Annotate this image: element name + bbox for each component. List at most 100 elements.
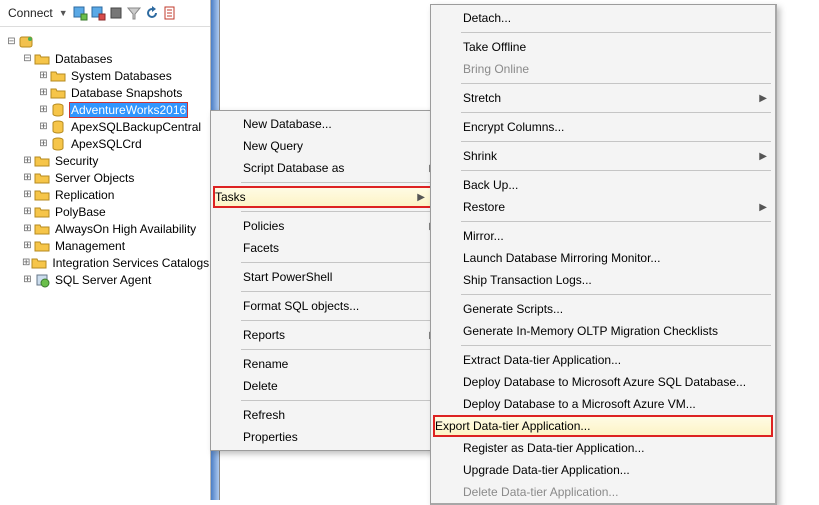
- menu-generate-scripts-label: Generate Scripts...: [463, 302, 563, 316]
- expand-icon[interactable]: ⊞: [38, 70, 49, 81]
- management-node[interactable]: ⊞ Management: [2, 237, 210, 254]
- menu-refresh-label: Refresh: [243, 408, 285, 422]
- polybase-label: PolyBase: [53, 205, 108, 219]
- menu-separator: [461, 170, 771, 171]
- folder-icon: [34, 238, 50, 254]
- connect-button[interactable]: Connect: [4, 6, 57, 20]
- server-root[interactable]: ⊟: [2, 33, 210, 50]
- expand-icon[interactable]: ⊞: [22, 257, 30, 268]
- folder-icon: [50, 68, 66, 84]
- menu-backup-label: Back Up...: [463, 178, 518, 192]
- menu-deploy-azure-db[interactable]: Deploy Database to Microsoft Azure SQL D…: [433, 371, 773, 393]
- menu-backup[interactable]: Back Up...: [433, 174, 773, 196]
- context-menu-tasks: Detach... Take Offline Bring Online Stre…: [430, 4, 777, 505]
- menu-restore[interactable]: Restore▶: [433, 196, 773, 218]
- replication-node[interactable]: ⊞ Replication: [2, 186, 210, 203]
- menu-script-database[interactable]: Script Database as▶: [213, 157, 443, 179]
- menu-format-sql[interactable]: Format SQL objects...: [213, 295, 443, 317]
- expand-icon[interactable]: ⊞: [22, 206, 33, 217]
- security-node[interactable]: ⊞ Security: [2, 152, 210, 169]
- menu-generate-oltp-label: Generate In-Memory OLTP Migration Checkl…: [463, 324, 718, 338]
- menu-take-offline[interactable]: Take Offline: [433, 36, 773, 58]
- menu-take-offline-label: Take Offline: [463, 40, 526, 54]
- menu-new-query-label: New Query: [243, 139, 303, 153]
- menu-separator: [461, 83, 771, 84]
- expand-icon[interactable]: ⊞: [38, 104, 49, 115]
- submenu-arrow-icon: ▶: [759, 93, 767, 104]
- integration-node[interactable]: ⊞ Integration Services Catalogs: [2, 254, 210, 271]
- stop-icon[interactable]: [108, 5, 124, 21]
- menu-reports[interactable]: Reports▶: [213, 324, 443, 346]
- menu-separator: [461, 141, 771, 142]
- apexbackup-label: ApexSQLBackupCentral: [69, 120, 203, 134]
- server-objects-node[interactable]: ⊞ Server Objects: [2, 169, 210, 186]
- filter-icon[interactable]: [126, 5, 142, 21]
- management-label: Management: [53, 239, 127, 253]
- expand-icon[interactable]: ⊞: [38, 87, 49, 98]
- menu-new-query[interactable]: New Query: [213, 135, 443, 157]
- connect-dropdown-icon[interactable]: ▼: [59, 8, 70, 18]
- menu-detach-label: Detach...: [463, 11, 511, 25]
- menu-script-database-label: Script Database as: [243, 161, 344, 175]
- menu-upgrade-dac-label: Upgrade Data-tier Application...: [463, 463, 630, 477]
- menu-register-dac-label: Register as Data-tier Application...: [463, 441, 644, 455]
- menu-format-sql-label: Format SQL objects...: [243, 299, 359, 313]
- remove-server-icon[interactable]: [90, 5, 106, 21]
- menu-separator: [461, 345, 771, 346]
- menu-rename[interactable]: Rename: [213, 353, 443, 375]
- menu-stretch[interactable]: Stretch ▶: [433, 87, 773, 109]
- database-snapshots-node[interactable]: ⊞ Database Snapshots: [2, 84, 210, 101]
- menu-ship-transaction-logs[interactable]: Ship Transaction Logs...: [433, 269, 773, 291]
- menu-extract-dac[interactable]: Extract Data-tier Application...: [433, 349, 773, 371]
- menu-detach[interactable]: Detach...: [433, 7, 773, 29]
- expand-icon[interactable]: ⊞: [22, 155, 33, 166]
- refresh-icon[interactable]: [144, 5, 160, 21]
- menu-rename-label: Rename: [243, 357, 288, 371]
- menu-stretch-label: Stretch: [463, 91, 501, 105]
- apexbackup-node[interactable]: ⊞ ApexSQLBackupCentral: [2, 118, 210, 135]
- expand-icon[interactable]: ⊞: [22, 240, 33, 251]
- menu-generate-oltp[interactable]: Generate In-Memory OLTP Migration Checkl…: [433, 320, 773, 342]
- menu-facets-label: Facets: [243, 241, 279, 255]
- expand-icon[interactable]: ⊞: [38, 138, 49, 149]
- expand-icon[interactable]: ⊞: [22, 274, 33, 285]
- menu-refresh[interactable]: Refresh: [213, 404, 443, 426]
- menu-start-powershell[interactable]: Start PowerShell: [213, 266, 443, 288]
- menu-upgrade-dac[interactable]: Upgrade Data-tier Application...: [433, 459, 773, 481]
- collapse-icon[interactable]: ⊟: [6, 36, 17, 47]
- menu-encrypt-columns[interactable]: Encrypt Columns...: [433, 116, 773, 138]
- toolbar: Connect ▼: [0, 0, 210, 27]
- menu-properties[interactable]: Properties: [213, 426, 443, 448]
- menu-register-dac[interactable]: Register as Data-tier Application...: [433, 437, 773, 459]
- menu-delete-label: Delete: [243, 379, 278, 393]
- menu-delete[interactable]: Delete: [213, 375, 443, 397]
- security-label: Security: [53, 154, 100, 168]
- system-databases-node[interactable]: ⊞ System Databases: [2, 67, 210, 84]
- menu-mirror-label: Mirror...: [463, 229, 504, 243]
- menu-policies[interactable]: Policies▶: [213, 215, 443, 237]
- menu-shrink[interactable]: Shrink▶: [433, 145, 773, 167]
- sqlagent-node[interactable]: ⊞ SQL Server Agent: [2, 271, 210, 288]
- menu-separator: [461, 32, 771, 33]
- expand-icon[interactable]: ⊞: [22, 223, 33, 234]
- add-server-icon[interactable]: [72, 5, 88, 21]
- expand-icon[interactable]: ⊞: [22, 189, 33, 200]
- databases-node[interactable]: ⊟ Databases: [2, 50, 210, 67]
- apexcrd-node[interactable]: ⊞ ApexSQLCrd: [2, 135, 210, 152]
- adventureworks-node[interactable]: ⊞ AdventureWorks2016: [2, 101, 210, 118]
- expand-icon[interactable]: ⊞: [38, 121, 49, 132]
- alwayson-node[interactable]: ⊞ AlwaysOn High Availability: [2, 220, 210, 237]
- menu-mirror[interactable]: Mirror...: [433, 225, 773, 247]
- menu-export-dac[interactable]: Export Data-tier Application...: [433, 415, 773, 437]
- menu-generate-scripts[interactable]: Generate Scripts...: [433, 298, 773, 320]
- menu-launch-mirror-monitor[interactable]: Launch Database Mirroring Monitor...: [433, 247, 773, 269]
- collapse-icon[interactable]: ⊟: [22, 53, 33, 64]
- menu-new-database[interactable]: New Database...: [213, 113, 443, 135]
- menu-tasks[interactable]: Tasks▶: [213, 186, 433, 208]
- folder-icon: [34, 204, 50, 220]
- polybase-node[interactable]: ⊞ PolyBase: [2, 203, 210, 220]
- menu-facets[interactable]: Facets: [213, 237, 443, 259]
- script-icon[interactable]: [162, 5, 178, 21]
- menu-deploy-azure-vm[interactable]: Deploy Database to a Microsoft Azure VM.…: [433, 393, 773, 415]
- expand-icon[interactable]: ⊞: [22, 172, 33, 183]
